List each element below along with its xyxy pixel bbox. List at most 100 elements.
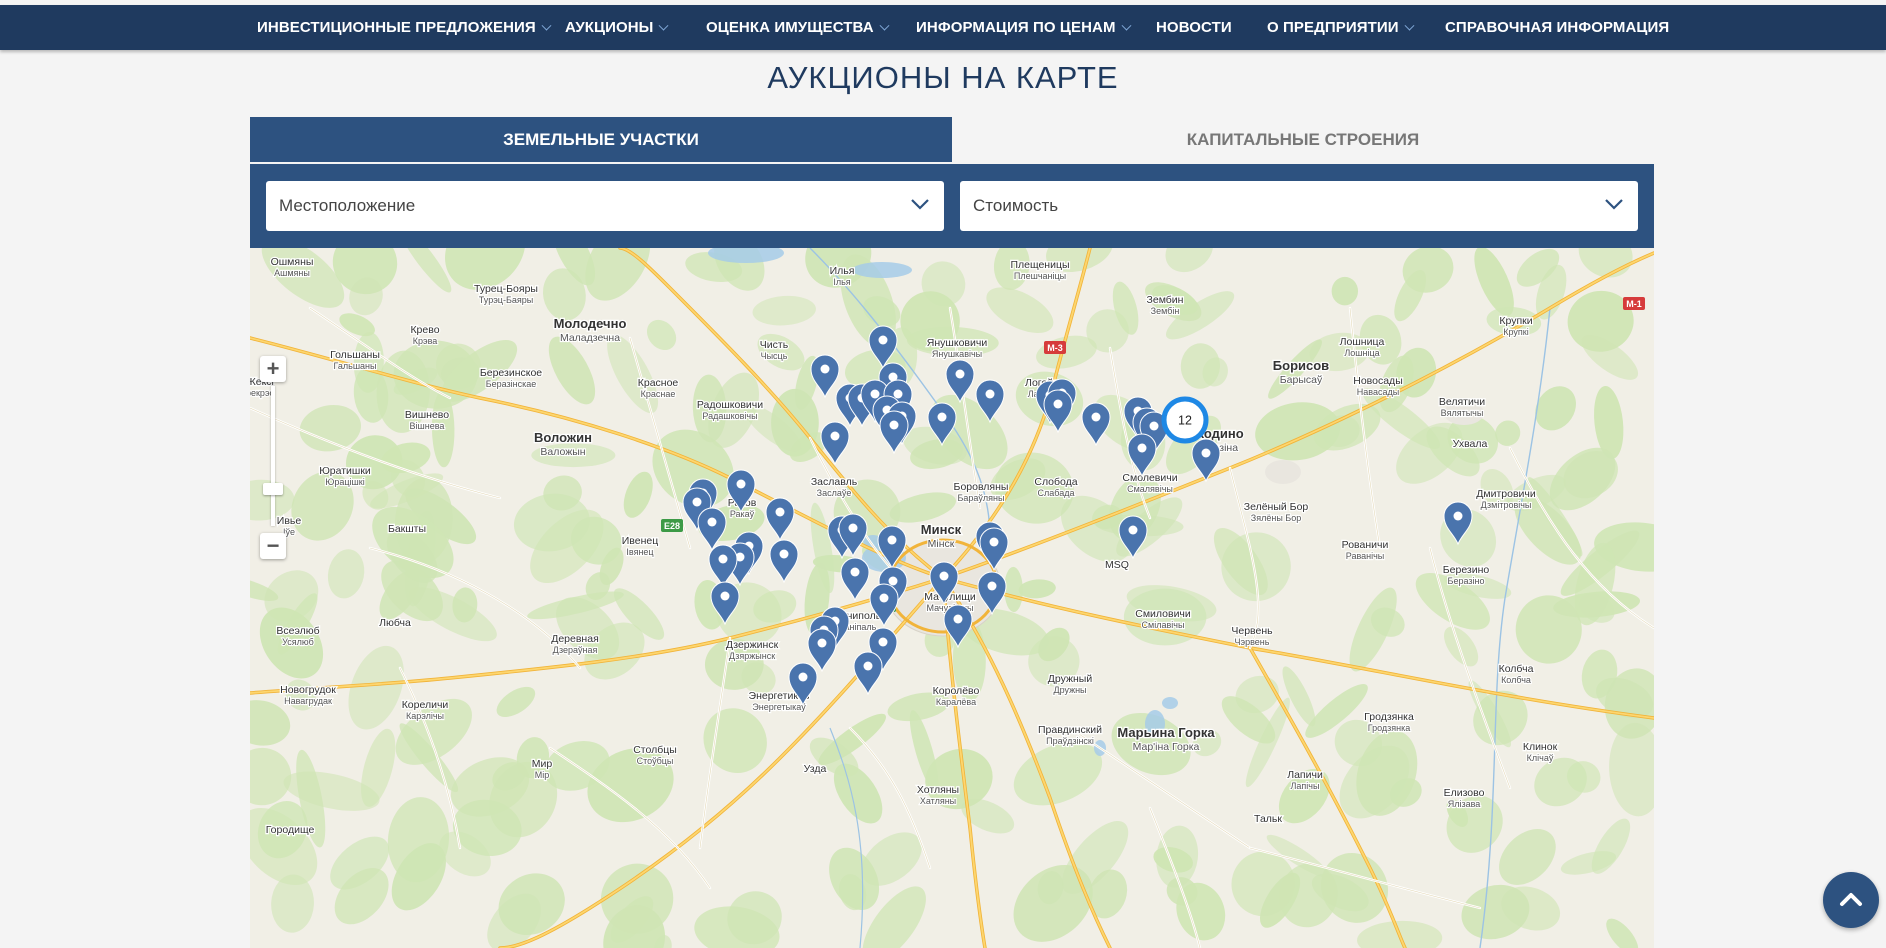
map-marker[interactable]	[853, 651, 883, 695]
map-marker[interactable]	[765, 497, 795, 541]
nav-price-info[interactable]: ИНФОРМАЦИЯ ПО ЦЕНАМ	[916, 5, 1131, 50]
zoom-out-button[interactable]: −	[260, 533, 286, 559]
road-badge: E28	[661, 519, 683, 532]
zoom-in-button[interactable]: +	[260, 356, 286, 382]
city-label: ГродзянкаГродзянка	[1363, 710, 1415, 734]
city-name: Любча	[379, 617, 411, 629]
city-name-by: Чэрвень	[1235, 637, 1270, 647]
tab-capital-buildings[interactable]: КАПИТАЛЬНЫЕ СТРОЕНИЯ	[952, 117, 1654, 162]
city-name: Боровляны	[954, 481, 1009, 493]
city-name: Гольшаны	[330, 349, 380, 361]
city-label: ВсеэлюбУсялюб	[275, 624, 321, 648]
city-label: ДмитровичиДзмітровічы	[1475, 487, 1537, 511]
location-select[interactable]: Местоположение	[266, 181, 944, 231]
auctions-map[interactable]: E28E28M-3M-1 ОшмяныАшмяныТурец-БоярыТурэ…	[250, 248, 1654, 948]
city-name-by: Лошніца	[1344, 348, 1379, 358]
city-label: СтолбцыСтоўбцы	[632, 743, 678, 767]
city-name: MSQ	[1105, 559, 1129, 571]
city-name-by: Вішнева	[410, 421, 445, 431]
road-badge-label: E28	[664, 521, 680, 531]
city-label: Ухвала	[1451, 437, 1488, 452]
nav-news[interactable]: НОВОСТИ	[1156, 5, 1232, 50]
city-name-by: Беразінскае	[486, 379, 537, 389]
city-name-by: Раванічы	[1346, 551, 1385, 561]
map-marker[interactable]	[1127, 433, 1157, 477]
city-label: РадошковичиРадашковічы	[696, 398, 765, 422]
city-name-by: Плешчаніцы	[1014, 271, 1066, 281]
city-label: ДеревнаяДзераўная	[550, 632, 600, 656]
city-name-by: Турэц-Баяры	[479, 295, 533, 305]
zoom-slider-handle[interactable]	[263, 483, 283, 495]
city-name: Смолевичи	[1122, 472, 1177, 484]
price-select[interactable]: Стоимость	[960, 181, 1638, 231]
city-label: БерезинскоеБеразінскае	[479, 366, 544, 390]
page-title: АУКЦИОНЫ НА КАРТЕ	[767, 60, 1119, 95]
city-name: Мир	[532, 758, 553, 770]
scroll-top-button[interactable]	[1823, 872, 1879, 928]
city-label: ВоложинВаложын	[533, 429, 593, 459]
city-name-by: Івянец	[626, 547, 653, 557]
city-name-by: Навагрудак	[284, 696, 332, 706]
city-name-by: Барысаў	[1280, 374, 1323, 386]
map-marker[interactable]	[810, 354, 840, 398]
city-label: РованичиРаванічы	[1340, 538, 1389, 562]
city-label: ВишневоВішнева	[404, 408, 451, 432]
road-badge: M-1	[1623, 297, 1645, 310]
city-label: Тальк	[1253, 812, 1284, 827]
city-name: Городище	[266, 824, 315, 836]
nav-about[interactable]: О ПРЕДПРИЯТИИ	[1267, 5, 1415, 50]
city-name: Турец-Бояры	[474, 283, 538, 295]
city-name: Кореличи	[402, 699, 449, 711]
nav-reference[interactable]: СПРАВОЧНАЯ ИНФОРМАЦИЯ	[1445, 5, 1669, 50]
zoom-slider-track[interactable]	[271, 386, 275, 526]
road-badge-label: M-3	[1047, 343, 1063, 353]
nav-auctions[interactable]: АУКЦИОНЫ	[565, 5, 669, 50]
city-name-by: Ракаў	[730, 509, 755, 519]
city-name: Хотляны	[917, 784, 959, 796]
city-name: Крупки	[1499, 315, 1532, 327]
city-label: ОшмяныАшмяны	[269, 255, 314, 279]
nav-valuation[interactable]: ОЦЕНКА ИМУЩЕСТВА	[706, 5, 890, 50]
city-name-by: Ялізава	[1448, 799, 1481, 809]
city-label: ДружныйДружны	[1047, 672, 1094, 696]
city-name: Лапичи	[1287, 769, 1323, 781]
map-marker[interactable]	[769, 539, 799, 583]
marker-cluster[interactable]: 12	[1161, 396, 1209, 444]
city-name: Слобода	[1034, 476, 1077, 488]
city-name: Клинок	[1523, 741, 1558, 753]
city-name-by: Вялятычы	[1441, 408, 1484, 418]
city-name: Червень	[1231, 625, 1273, 637]
map-marker[interactable]	[697, 507, 727, 551]
city-name-by: Усялюб	[282, 637, 314, 647]
tab-land-plots[interactable]: ЗЕМЕЛЬНЫЕ УЧАСТКИ	[250, 117, 952, 162]
city-label: КрупкиКрупкі	[1498, 314, 1534, 338]
city-label: Турец-БоярыТурэц-Баяры	[473, 282, 539, 306]
city-name: Заславль	[811, 476, 858, 488]
city-name: Узда	[804, 763, 827, 775]
map-marker[interactable]	[879, 410, 909, 454]
city-name-by: Юрацішкі	[325, 477, 364, 487]
map-canvas[interactable]: E28E28M-3M-1 ОшмяныАшмяныТурец-БоярыТурэ…	[250, 248, 1654, 948]
city-label: КлинокКлічаў	[1522, 740, 1559, 764]
city-name-by: Хатляны	[920, 796, 956, 806]
chevron-down-icon	[659, 20, 669, 31]
map-marker[interactable]	[708, 544, 738, 588]
city-name-by: Лапічы	[1291, 781, 1320, 791]
city-name: Столбцы	[633, 744, 677, 756]
city-label: Узда	[802, 762, 827, 777]
city-name: Радошковичи	[697, 399, 763, 411]
city-label: ХотляныХатляны	[916, 783, 961, 807]
city-name: Красное	[638, 377, 679, 389]
city-label: Городище	[264, 823, 315, 838]
city-label: ИвенецІвянец	[621, 534, 660, 558]
city-name-by: Чысць	[761, 351, 788, 361]
map-marker[interactable]	[1081, 402, 1111, 446]
map-marker[interactable]	[807, 628, 837, 672]
nav-investment[interactable]: ИНВЕСТИЦИОННЫЕ ПРЕДЛОЖЕНИЯ	[257, 5, 552, 50]
city-name: Елизово	[1444, 787, 1485, 799]
city-label: КореличиКарэлічы	[400, 698, 449, 722]
city-name: Новосады	[1353, 375, 1403, 387]
map-marker[interactable]	[840, 557, 870, 601]
city-name: Велятичи	[1439, 396, 1485, 408]
city-name: Марьина Горка	[1117, 725, 1215, 740]
